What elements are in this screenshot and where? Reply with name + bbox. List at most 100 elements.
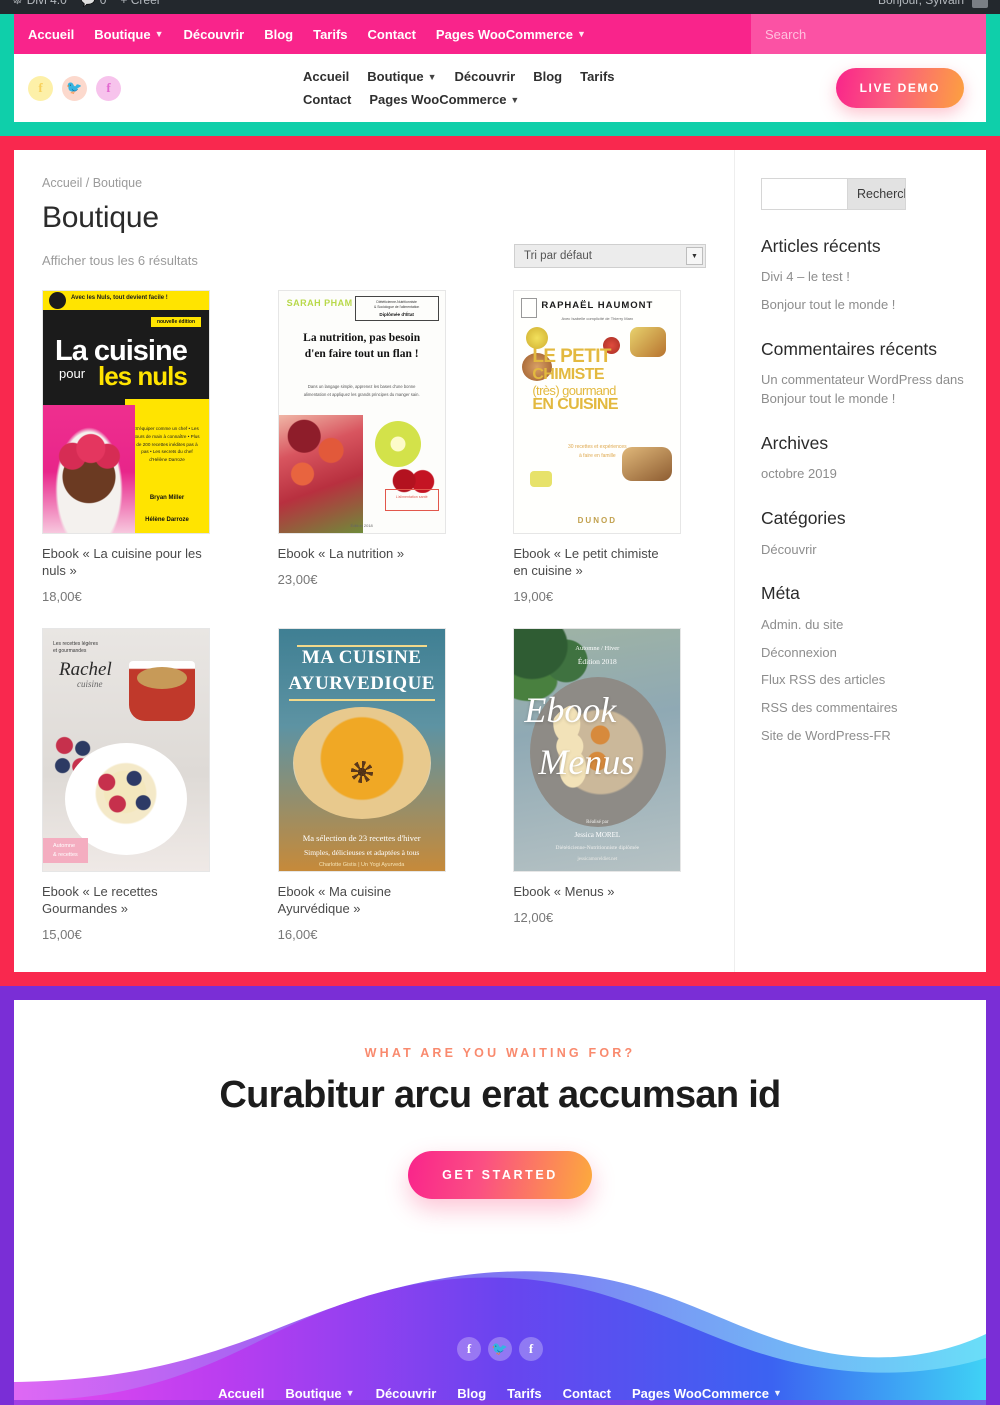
widget-link[interactable]: RSS des commentaires — [761, 699, 964, 718]
product-card[interactable]: Les recettes légères et gourmandes Rachel… — [42, 627, 235, 942]
cover-star-anise — [350, 760, 373, 783]
list-item[interactable]: Divi 4 – le test ! — [761, 268, 964, 287]
facebook-alt-icon[interactable]: f — [519, 1336, 543, 1361]
widget-link[interactable]: Découvrir — [761, 541, 964, 560]
widget-list: Un commentateur WordPress dans Bonjour t… — [761, 371, 964, 409]
nav-label: Tarifs — [507, 1385, 542, 1401]
widget-link[interactable]: Divi 4 – le test ! — [761, 268, 964, 287]
widget-link[interactable]: Un commentateur WordPress dans Bonjour t… — [761, 371, 964, 409]
result-count: Afficher tous les 6 résultats — [42, 253, 198, 268]
list-item[interactable]: octobre 2019 — [761, 465, 964, 484]
nav-label: Accueil — [303, 69, 350, 84]
breadcrumb[interactable]: Accueil / Boutique — [42, 176, 706, 190]
header-nav-item-pages-woocommerce[interactable]: Pages WooCommerce ▼ — [369, 92, 519, 107]
live-demo-button[interactable]: LIVE DEMO — [835, 68, 964, 108]
cover-doodle-tray — [530, 471, 553, 487]
widget-link[interactable]: Admin. du site — [761, 616, 964, 635]
product-card[interactable]: Avec les Nuls, tout devient facile ! nou… — [42, 290, 235, 604]
cover-foot-line2: Simples, délicieuses et adaptées à tous — [303, 847, 420, 857]
cover-cherries-photo — [390, 449, 435, 493]
chevron-down-icon[interactable]: ▼ — [686, 247, 703, 265]
product-card[interactable]: RAPHAËL HAUMONT Avec Isabelle complicité… — [513, 290, 706, 604]
nav-item-tarifs[interactable]: Tarifs — [313, 27, 347, 42]
chevron-down-icon: ▼ — [345, 1388, 355, 1399]
nav-item-contact[interactable]: Contact — [368, 27, 416, 42]
footer-nav-item-blog[interactable]: Blog — [457, 1386, 486, 1401]
product-image[interactable]: MA CUISINE AYURVEDIQUE Ma sélection de 2… — [277, 627, 446, 872]
footer-nav-item-accueil[interactable]: Accueil — [218, 1386, 264, 1401]
sidebar-search-input[interactable] — [761, 178, 848, 210]
nav-item-blog[interactable]: Blog — [264, 27, 293, 42]
widget-link[interactable]: Site de WordPress-FR — [761, 727, 964, 746]
widget-archives: Archives octobre 2019 — [761, 433, 964, 484]
facebook-alt-icon[interactable]: f — [96, 75, 121, 101]
header-nav-item-contact[interactable]: Contact — [303, 92, 351, 107]
nav-item-boutique[interactable]: Boutique ▼ — [94, 27, 163, 42]
list-item[interactable]: Bonjour tout le monde ! — [761, 296, 964, 315]
widget-link[interactable]: octobre 2019 — [761, 465, 964, 484]
cover-kicker-line2: et gourmandes — [53, 648, 87, 655]
footer-nav-item-contact[interactable]: Contact — [563, 1386, 611, 1401]
twitter-icon[interactable]: 🐦 — [62, 75, 87, 101]
product-title[interactable]: Ebook « Le recettes Gourmandes » — [42, 884, 202, 918]
list-item[interactable]: Flux RSS des articles — [761, 671, 964, 690]
footer-nav-item-pages-woocommerce[interactable]: Pages WooCommerce ▼ — [632, 1386, 782, 1401]
nav-item-pages-woocommerce[interactable]: Pages WooCommerce ▼ — [436, 27, 586, 42]
wp-admin-bar[interactable]: ☸ Divi 4.0 💬 0 + Créer Bonjour, Sylvain — [0, 0, 1000, 14]
facebook-icon[interactable]: f — [457, 1336, 481, 1361]
get-started-button[interactable]: GET STARTED — [408, 1150, 592, 1199]
admin-bar-comments[interactable]: 💬 0 — [81, 0, 107, 7]
product-title[interactable]: Ebook « Ma cuisine Ayurvédique » — [278, 884, 438, 918]
cover-title-line2: CHIMISTE — [532, 365, 604, 383]
sort-dropdown[interactable]: Tri par défaut ▼ — [514, 244, 706, 268]
product-title[interactable]: Ebook « Menus » — [513, 884, 673, 901]
product-image[interactable]: Automne / Hiver Édition 2018 Ebook Menus… — [513, 627, 682, 872]
search-input[interactable] — [765, 26, 986, 42]
twitter-icon[interactable]: 🐦 — [488, 1336, 512, 1361]
header-nav-item-accueil[interactable]: Accueil — [303, 69, 349, 84]
widget-list: Divi 4 – le test ! Bonjour tout le monde… — [761, 268, 964, 315]
widget-link[interactable]: Bonjour tout le monde ! — [761, 296, 964, 315]
product-title[interactable]: Ebook « La cuisine pour les nuls » — [42, 546, 202, 580]
sidebar-search-button[interactable]: Rechercher — [848, 178, 906, 210]
footer-nav-item-tarifs[interactable]: Tarifs — [507, 1386, 541, 1401]
nav-item-decouvrir[interactable]: Découvrir — [184, 27, 245, 42]
cover-top-line1: Automne / Hiver — [575, 644, 620, 652]
header-search-box[interactable] — [751, 14, 986, 54]
header-nav-item-decouvrir[interactable]: Découvrir — [455, 69, 516, 84]
product-card[interactable]: SARAH PHAM Diététicienne-Nutritionniste … — [277, 290, 471, 604]
cover-credit-line4: jessicamoreldiet.net — [577, 856, 618, 862]
product-image[interactable]: Avec les Nuls, tout devient facile ! nou… — [42, 290, 210, 534]
product-card[interactable]: MA CUISINE AYURVEDIQUE Ma sélection de 2… — [277, 627, 471, 942]
header-nav-item-boutique[interactable]: Boutique ▼ — [367, 69, 436, 84]
cover-band-text: Avec les Nuls, tout devient facile ! — [71, 295, 168, 301]
header-nav-item-blog[interactable]: Blog — [533, 69, 562, 84]
list-item[interactable]: Découvrir — [761, 541, 964, 560]
product-image[interactable]: SARAH PHAM Diététicienne-Nutritionniste … — [277, 290, 446, 534]
widget-link[interactable]: Flux RSS des articles — [761, 671, 964, 690]
admin-bar-site-name[interactable]: ☸ Divi 4.0 — [12, 0, 67, 7]
cover-author: SARAH PHAM — [286, 298, 353, 308]
list-item[interactable]: Site de WordPress-FR — [761, 727, 964, 746]
nav-item-accueil[interactable]: Accueil — [28, 27, 74, 42]
widget-link[interactable]: Déconnexion — [761, 644, 964, 663]
cover-vegetables-photo — [278, 415, 363, 533]
product-image[interactable]: Les recettes légères et gourmandes Rachel… — [42, 627, 210, 872]
list-item[interactable]: Admin. du site — [761, 616, 964, 635]
product-title[interactable]: Ebook « La nutrition » — [278, 546, 438, 563]
admin-bar-new-content[interactable]: + Créer — [120, 0, 160, 7]
list-item[interactable]: Déconnexion — [761, 644, 964, 663]
list-item[interactable]: Un commentateur WordPress dans Bonjour t… — [761, 371, 964, 409]
admin-bar-comment-count: 0 — [99, 0, 107, 7]
facebook-icon[interactable]: f — [28, 75, 53, 101]
primary-navigation-bar: Accueil Boutique ▼ Découvrir Blog Tarifs … — [14, 14, 986, 54]
product-image[interactable]: RAPHAËL HAUMONT Avec Isabelle complicité… — [513, 290, 682, 534]
header-nav-item-tarifs[interactable]: Tarifs — [580, 69, 614, 84]
footer-nav-item-boutique[interactable]: Boutique ▼ — [285, 1386, 354, 1401]
admin-bar-greeting[interactable]: Bonjour, Sylvain — [878, 0, 964, 7]
footer-nav-item-decouvrir[interactable]: Découvrir — [376, 1386, 437, 1401]
list-item[interactable]: RSS des commentaires — [761, 699, 964, 718]
book-cover-art: Avec les Nuls, tout devient facile ! nou… — [43, 291, 209, 533]
product-card[interactable]: Automne / Hiver Édition 2018 Ebook Menus… — [513, 627, 706, 942]
product-title[interactable]: Ebook « Le petit chimiste en cuisine » — [513, 546, 673, 580]
